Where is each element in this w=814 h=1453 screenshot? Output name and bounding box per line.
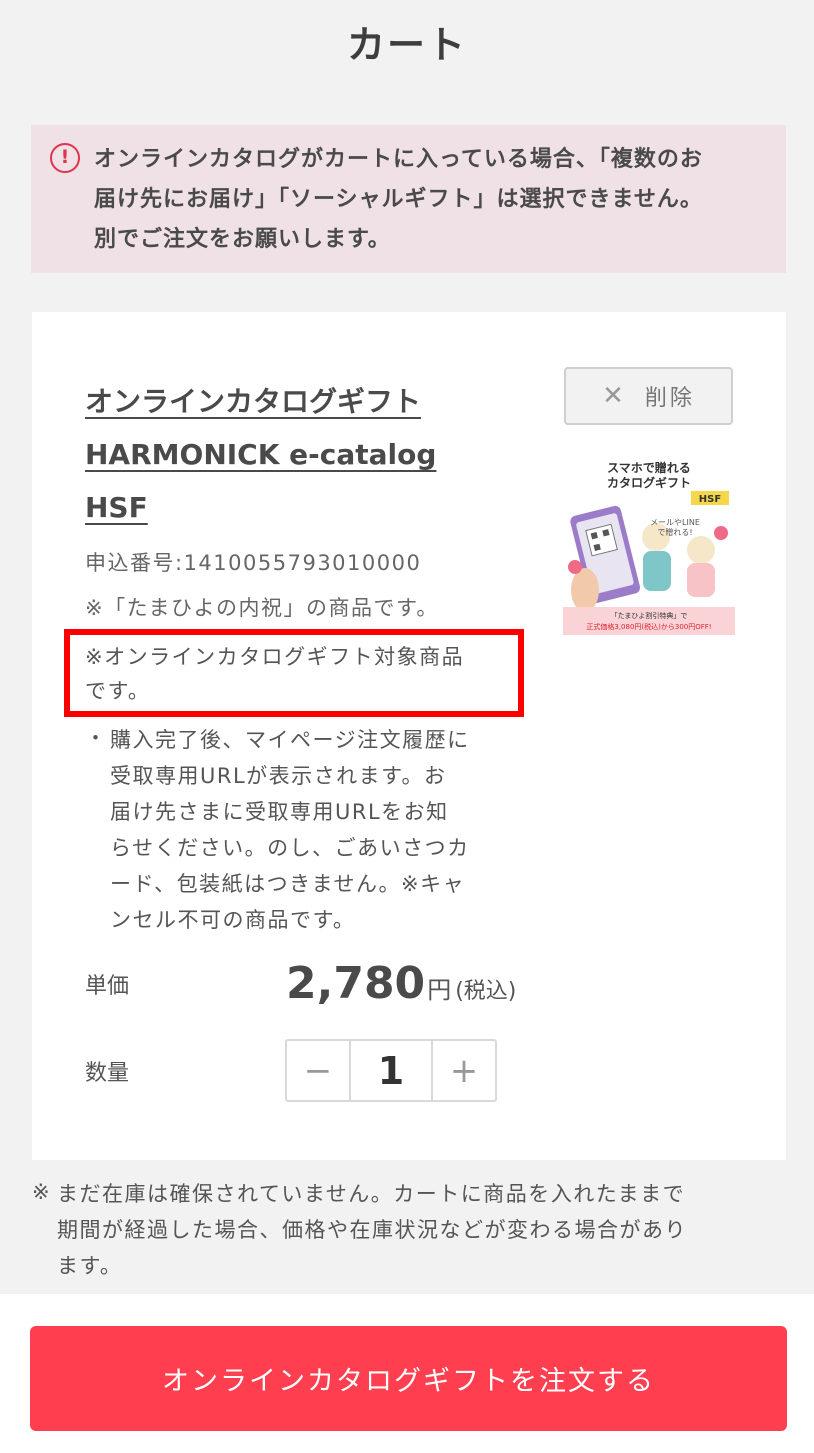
order-button[interactable]: オンラインカタログギフトを注文する xyxy=(30,1326,787,1431)
minus-button[interactable]: − xyxy=(287,1041,349,1100)
catalog-illustration: スマホで贈れる カタログギフト HSF メールやLINE で贈れる! 「たまひよ… xyxy=(563,455,735,635)
alert-message: オンラインカタログがカートに入っている場合、「複数のお 届け先にお届け」「ソーシ… xyxy=(94,140,764,260)
delete-button[interactable]: ✕ 削除 xyxy=(564,367,733,425)
purchase-info-line: 受取専用URLが表示されます。お xyxy=(110,764,447,788)
purchase-info-line: らせください。のし、ごあいさつカ xyxy=(110,836,470,860)
page-title: カート xyxy=(346,23,467,67)
stock-note-mark: ※ xyxy=(32,1180,50,1204)
purchase-info-line: ード、包装紙はつきません。※キャ xyxy=(110,872,466,896)
product-title-line: オンラインカタログギフト xyxy=(85,385,422,418)
stock-note-line: 期間が経過した場合、価格や在庫状況などが変わる場合があり xyxy=(57,1218,687,1242)
quantity-stepper: − 1 + xyxy=(285,1039,497,1102)
stock-note: まだ在庫は確保されていません。カートに商品を入れたままで 期間が経過した場合、価… xyxy=(57,1176,787,1284)
catalog-gift-note-line: です。 xyxy=(85,679,151,703)
image-headline: カタログギフト xyxy=(607,475,691,490)
image-bubble: メールやLINE xyxy=(650,518,700,527)
brand-note: ※「たまひよの内祝」の商品です。 xyxy=(85,596,439,620)
catalog-gift-note: ※オンラインカタログギフト対象商品 です。 xyxy=(85,640,515,708)
stock-note-line: まだ在庫は確保されていません。カートに商品を入れたままで xyxy=(57,1182,686,1206)
image-banner: 正式価格3,080円(税込)から300円OFF! xyxy=(586,622,711,631)
order-number: 申込番号:1410055793010000 xyxy=(85,551,422,575)
bullet-mark: ・ xyxy=(85,726,106,750)
exclamation-circle-icon: ! xyxy=(50,143,80,173)
purchase-info-line: 届け先さまに受取専用URLをお知 xyxy=(110,800,449,824)
quantity-value[interactable]: 1 xyxy=(349,1041,433,1100)
purchase-info-line: ンセル不可の商品です。 xyxy=(110,908,356,932)
product-title-link[interactable]: オンラインカタログギフト HARMONICK e-catalog HSF xyxy=(85,375,465,534)
alert-line: 届け先にお届け」「ソーシャルギフト」は選択できません。 xyxy=(94,187,703,212)
image-banner: 「たまひよ割引特典」で xyxy=(611,611,688,620)
image-headline: スマホで贈れる xyxy=(607,460,691,475)
close-icon: ✕ xyxy=(602,381,627,411)
quantity-label: 数量 xyxy=(85,1061,130,1086)
product-title-line: HARMONICK e-catalog xyxy=(85,438,437,471)
price-tax: (税込) xyxy=(455,979,517,1004)
catalog-gift-note-line: ※オンラインカタログギフト対象商品 xyxy=(85,645,465,669)
purchase-info-line: 購入完了後、マイページ注文履歴に xyxy=(110,728,470,752)
unit-price-label: 単価 xyxy=(85,974,130,999)
purchase-info-note: 購入完了後、マイページ注文履歴に 受取専用URLが表示されます。お 届け先さまに… xyxy=(110,722,510,938)
product-title-line: HSF xyxy=(85,491,148,524)
plus-button[interactable]: + xyxy=(433,1041,495,1100)
alert-line: オンラインカタログがカートに入っている場合、「複数のお xyxy=(94,147,703,172)
price-unit: 円 xyxy=(427,976,452,1004)
stock-note-line: ます。 xyxy=(57,1254,123,1278)
product-image[interactable]: スマホで贈れる カタログギフト HSF メールやLINE で贈れる! 「たまひよ… xyxy=(563,455,735,635)
unit-price: 2,780 円 (税込) xyxy=(286,958,516,1009)
delete-label: 削除 xyxy=(644,386,695,411)
alert-line: 別でご注文をお願いします。 xyxy=(94,227,391,252)
image-badge: HSF xyxy=(699,494,721,505)
price-value: 2,780 xyxy=(286,958,426,1009)
image-bubble: で贈れる! xyxy=(657,527,692,537)
